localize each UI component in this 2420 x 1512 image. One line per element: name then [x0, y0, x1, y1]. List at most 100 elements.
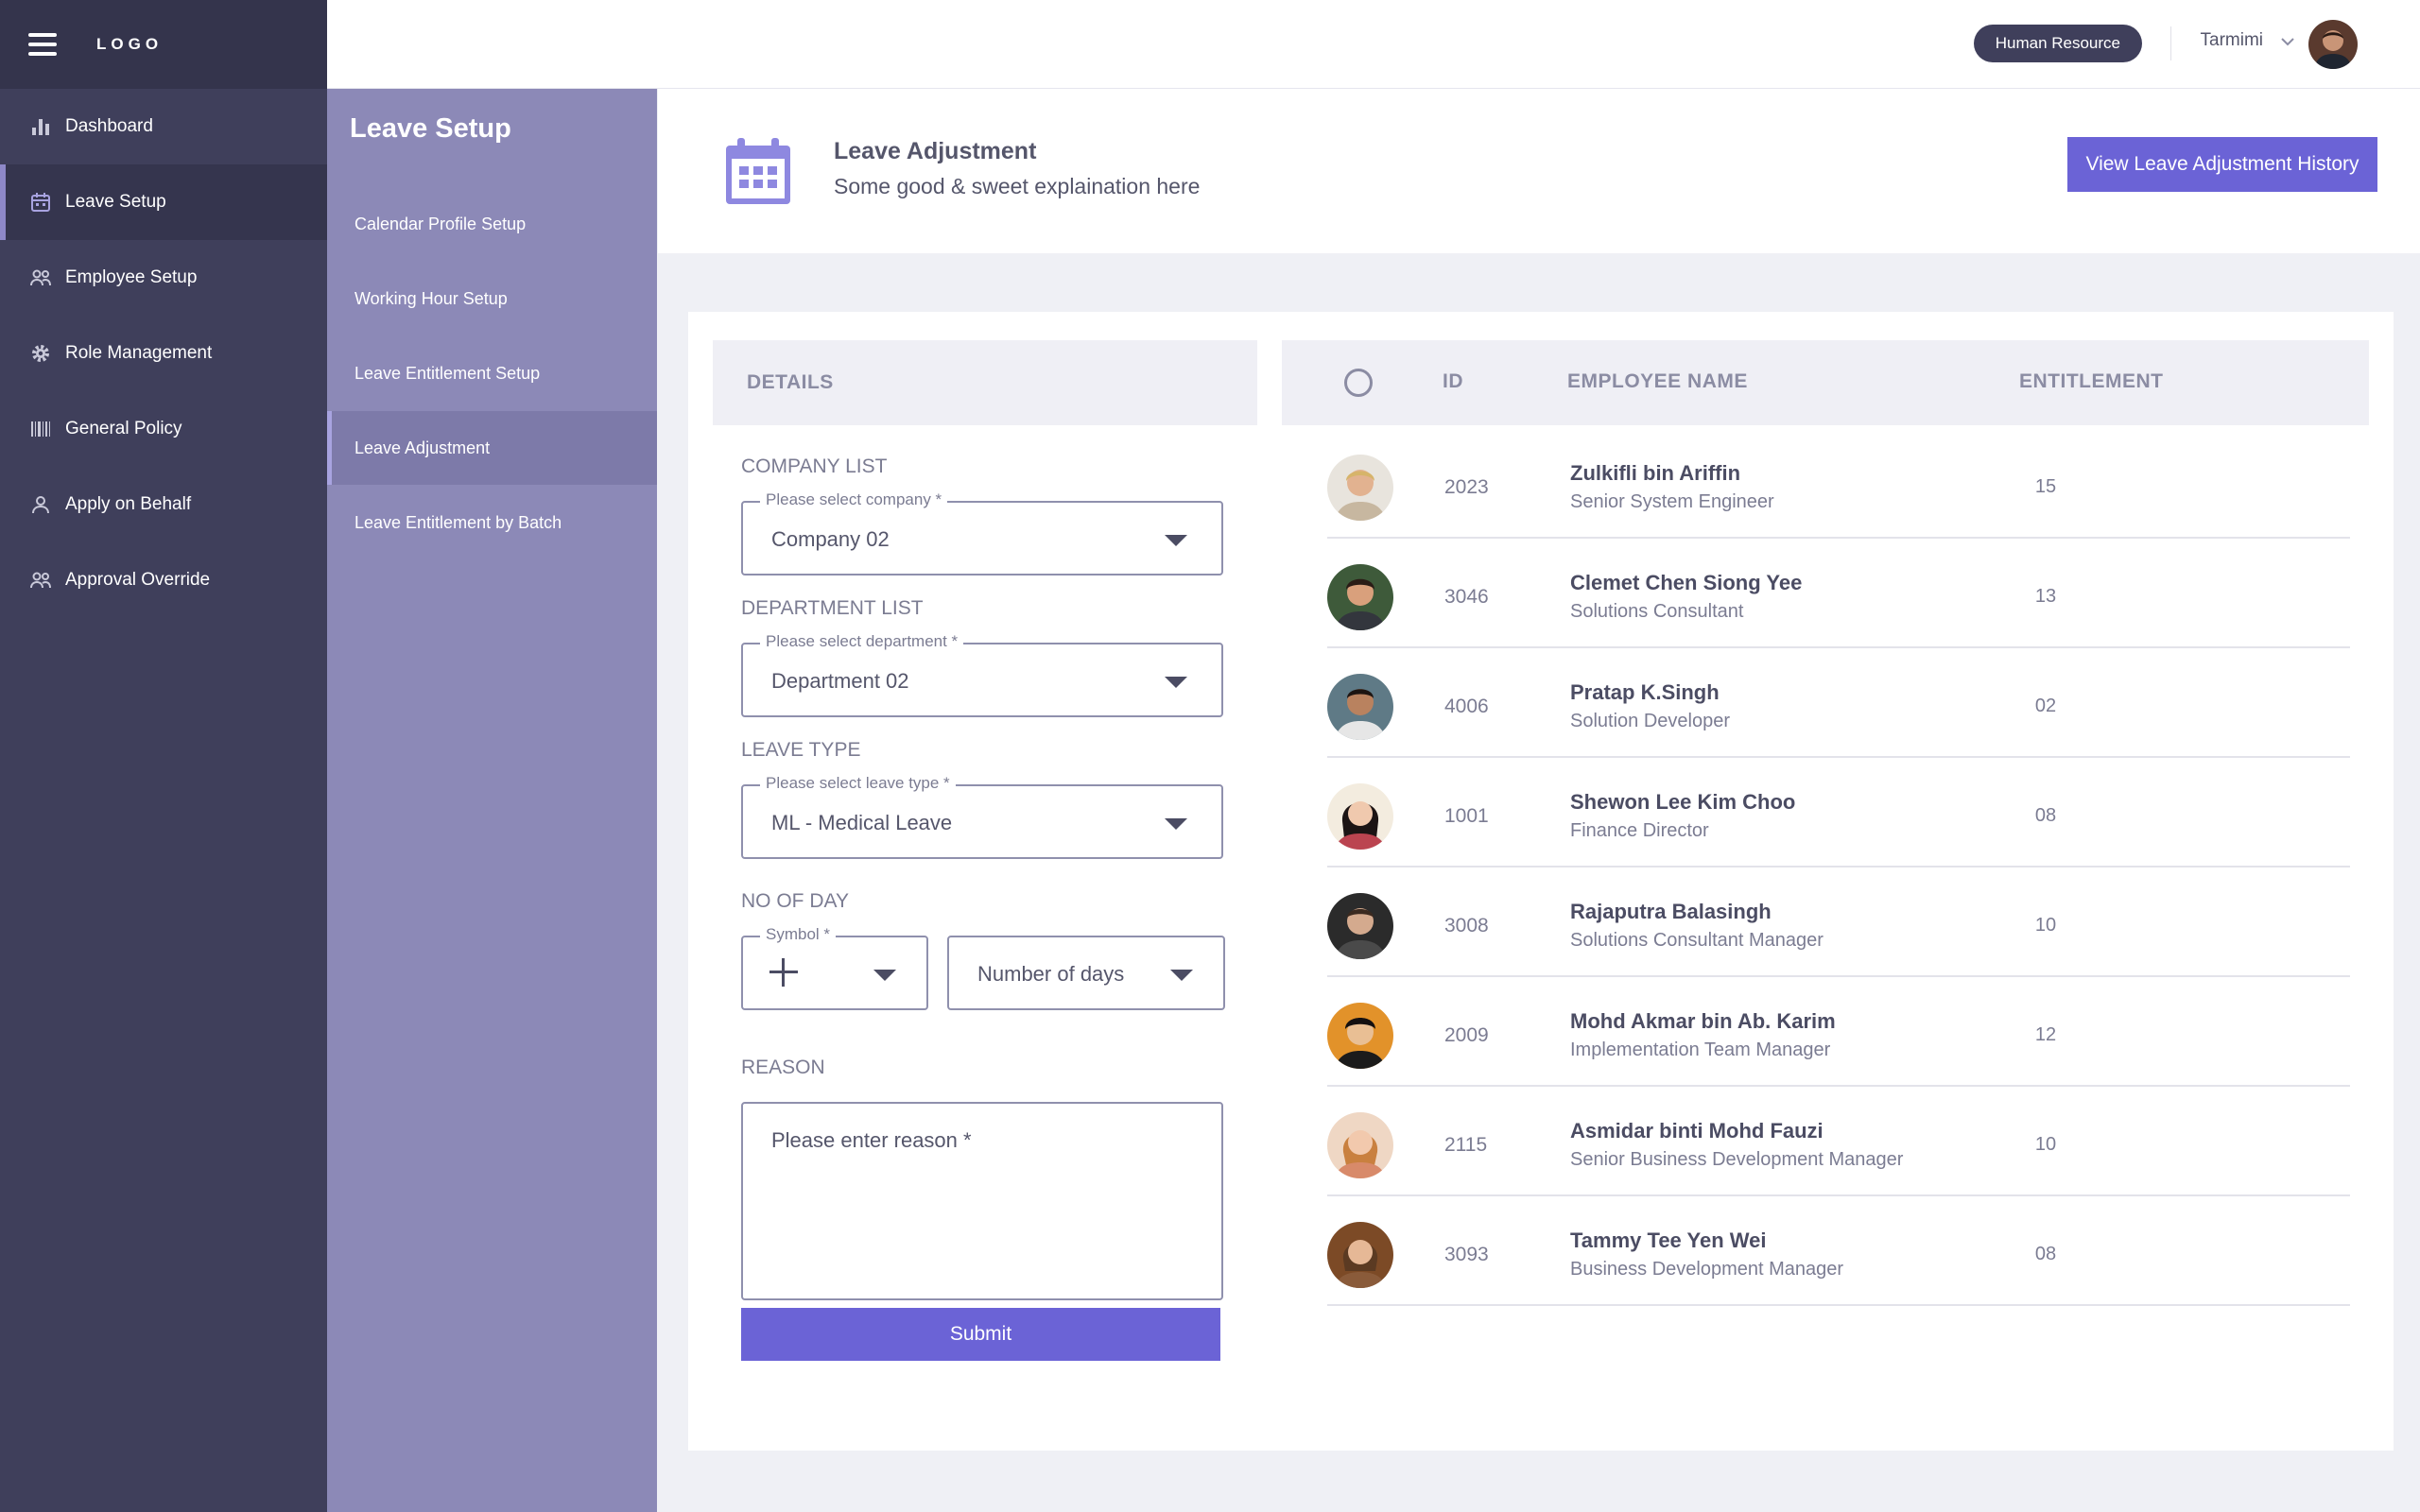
employee-id: 4006 — [1444, 696, 1489, 717]
number-of-days-select[interactable]: Number of days — [947, 936, 1225, 1010]
avatar — [1327, 1222, 1393, 1288]
sidebar-item-role-management[interactable]: Role Management — [0, 316, 327, 391]
table-row[interactable]: 2115 Asmidar binti Mohd Fauzi Senior Bus… — [1327, 1087, 2350, 1196]
field-value: Department 02 — [771, 669, 909, 693]
column-header-name[interactable]: EMPLOYEE NAME — [1567, 370, 1748, 393]
column-header-id[interactable]: ID — [1443, 370, 1463, 393]
sidebar-item-general-policy[interactable]: General Policy — [0, 391, 327, 467]
plus-icon — [769, 958, 798, 987]
avatar — [1327, 564, 1393, 630]
employee-entitlement: 10 — [2034, 1134, 2057, 1155]
sidebar-item-apply-on-behalf[interactable]: Apply on Behalf — [0, 467, 327, 542]
employee-name: Clemet Chen Siong Yee — [1570, 571, 1803, 594]
employee-id: 1001 — [1444, 805, 1489, 827]
employee-entitlement: 10 — [2034, 915, 2057, 936]
field-legend: Please select company * — [760, 490, 948, 509]
secondary-sidebar: Leave Setup Calendar Profile Setup Worki… — [327, 89, 657, 1512]
users-icon — [28, 266, 53, 290]
avatar — [1327, 783, 1393, 850]
leave-adjustment-card: DETAILS COMPANY LIST Please select compa… — [688, 312, 2394, 1451]
employee-name: Shewon Lee Kim Choo — [1570, 790, 1796, 814]
bar-chart-icon — [28, 114, 53, 139]
table-row[interactable]: 3046 Clemet Chen Siong Yee Solutions Con… — [1327, 539, 2350, 648]
field-legend: Symbol * — [760, 925, 837, 944]
table-row[interactable]: 4006 Pratap K.Singh Solution Developer 0… — [1327, 648, 2350, 758]
employee-name: Asmidar binti Mohd Fauzi — [1570, 1119, 1824, 1143]
header-divider — [2170, 26, 2171, 60]
employee-id: 2115 — [1444, 1134, 1488, 1156]
sidebar-item-label: General Policy — [65, 419, 182, 438]
symbol-select[interactable]: Symbol * — [741, 925, 928, 1010]
employee-title: Solutions Consultant Manager — [1570, 930, 1824, 951]
employee-id: 3008 — [1444, 915, 1489, 936]
employee-id: 3093 — [1444, 1244, 1489, 1265]
table-row[interactable]: 1001 Shewon Lee Kim Choo Finance Directo… — [1327, 758, 2350, 868]
user-icon — [28, 492, 53, 517]
leave-type-select[interactable]: Please select leave type * ML - Medical … — [741, 774, 1223, 859]
sidebar-item-label: Employee Setup — [65, 267, 198, 287]
employee-entitlement: 13 — [2034, 586, 2057, 607]
avatar — [1327, 455, 1393, 521]
caret-down-icon[interactable] — [1165, 818, 1187, 830]
employee-entitlement: 08 — [2034, 805, 2057, 826]
subnav-working-hour-setup[interactable]: Working Hour Setup — [327, 262, 657, 335]
select-all-radio[interactable] — [1344, 369, 1373, 397]
employee-table-header: ID EMPLOYEE NAME ENTITLEMENT — [1282, 340, 2369, 425]
employee-entitlement: 12 — [2034, 1024, 2057, 1045]
reason-textarea[interactable] — [741, 1102, 1223, 1300]
caret-down-icon[interactable] — [1170, 970, 1193, 981]
user-avatar[interactable] — [2308, 20, 2358, 69]
table-row[interactable]: 3008 Rajaputra Balasingh Solutions Consu… — [1327, 868, 2350, 977]
calendar-icon — [726, 138, 790, 204]
page-header: Leave Adjustment Some good & sweet expla… — [658, 89, 2420, 253]
employee-title: Solutions Consultant — [1570, 601, 1744, 622]
employee-title: Senior System Engineer — [1570, 491, 1774, 512]
employee-name: Tammy Tee Yen Wei — [1570, 1228, 1767, 1252]
sidebar-item-leave-setup[interactable]: Leave Setup — [0, 164, 327, 240]
user-name[interactable]: Tarmimi — [2201, 30, 2264, 51]
reason-section-label: REASON — [741, 1057, 825, 1078]
barcode-icon — [28, 417, 53, 441]
view-history-button[interactable]: View Leave Adjustment History — [2067, 137, 2377, 192]
page-title: Leave Adjustment — [834, 138, 1037, 164]
column-header-entitlement[interactable]: ENTITLEMENT — [2019, 370, 2164, 393]
subnav-leave-adjustment[interactable]: Leave Adjustment — [327, 411, 657, 485]
employee-title: Business Development Manager — [1570, 1259, 1844, 1280]
employee-name: Mohd Akmar bin Ab. Karim — [1570, 1009, 1836, 1033]
details-heading: DETAILS — [713, 340, 1257, 425]
employee-entitlement: 08 — [2034, 1244, 2057, 1264]
sidebar-item-label: Dashboard — [65, 116, 153, 136]
chevron-down-icon[interactable] — [2280, 34, 2295, 49]
page-subtitle: Some good & sweet explaination here — [834, 174, 1201, 198]
role-badge[interactable]: Human Resource — [1973, 25, 2142, 62]
field-value: ML - Medical Leave — [771, 811, 953, 834]
submit-button[interactable]: Submit — [741, 1308, 1220, 1361]
sidebar-item-dashboard[interactable]: Dashboard — [0, 89, 327, 164]
leave-type-section-label: LEAVE TYPE — [741, 739, 861, 761]
gear-icon — [28, 341, 53, 366]
sidebar-item-employee-setup[interactable]: Employee Setup — [0, 240, 327, 316]
employee-id: 2009 — [1444, 1024, 1489, 1046]
subnav-leave-entitlement-setup[interactable]: Leave Entitlement Setup — [327, 336, 657, 410]
table-row[interactable]: 3093 Tammy Tee Yen Wei Business Developm… — [1327, 1196, 2350, 1306]
app-logo[interactable]: LOGO — [96, 35, 163, 54]
employee-title: Solution Developer — [1570, 711, 1730, 731]
calendar-icon — [28, 190, 53, 215]
table-row[interactable]: 2023 Zulkifli bin Ariffin Senior System … — [1327, 429, 2350, 539]
company-select[interactable]: Please select company * Company 02 — [741, 490, 1223, 576]
department-select[interactable]: Please select department * Department 02 — [741, 632, 1223, 717]
subnav-leave-entitlement-by-batch[interactable]: Leave Entitlement by Batch — [327, 486, 657, 559]
employee-name: Zulkifli bin Ariffin — [1570, 461, 1741, 485]
employee-title: Senior Business Development Manager — [1570, 1149, 1904, 1170]
subnav-calendar-profile-setup[interactable]: Calendar Profile Setup — [327, 187, 657, 261]
sidebar-item-label: Role Management — [65, 343, 213, 363]
sidebar-item-approval-override[interactable]: Approval Override — [0, 542, 327, 618]
sidebar-item-label: Approval Override — [65, 570, 211, 590]
caret-down-icon[interactable] — [873, 970, 896, 981]
hamburger-menu-icon[interactable] — [28, 33, 57, 56]
caret-down-icon[interactable] — [1165, 535, 1187, 546]
primary-sidebar: LOGO Dashboard Leave Setup Employee Setu… — [0, 0, 327, 1512]
caret-down-icon[interactable] — [1165, 677, 1187, 688]
employee-entitlement: 15 — [2034, 476, 2057, 497]
table-row[interactable]: 2009 Mohd Akmar bin Ab. Karim Implementa… — [1327, 977, 2350, 1087]
